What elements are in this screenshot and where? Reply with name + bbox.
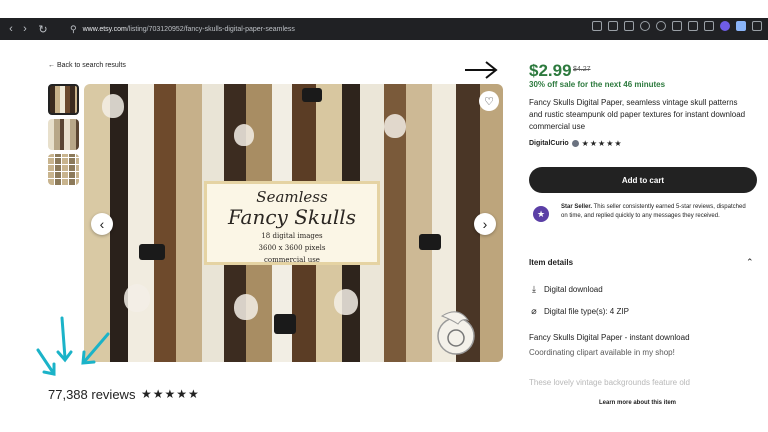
top-strip (0, 0, 768, 18)
lock-icon[interactable]: ⚲ (70, 24, 77, 35)
star-seller-badge-icon: ★ (533, 206, 549, 222)
review-count[interactable]: 77,388 reviews (48, 387, 135, 402)
skull-illustration (234, 294, 258, 320)
detail-digital-download: ⤓ Digital download (529, 284, 603, 295)
image-subtitle-2: 3600 x 3600 pixels (258, 244, 326, 252)
image-title-card: Seamless Fancy Skulls 18 digital images … (204, 181, 380, 265)
image-subtitle-3: commercial use (264, 256, 320, 264)
top-hat-illustration (274, 314, 296, 334)
star-seller-title: Star Seller. (561, 204, 593, 210)
description-line-faded: These lovely vintage backgrounds feature… (529, 378, 690, 387)
image-title-line2: Fancy Skulls (228, 205, 356, 229)
top-hat-illustration (302, 88, 322, 102)
detail-text: Digital file type(s): 4 ZIP (544, 307, 629, 316)
back-arrow-icon[interactable]: ‹ (4, 23, 18, 35)
ban-icon[interactable] (656, 21, 666, 31)
address-bar[interactable]: www.etsy.com/listing/703120952/fancy-sku… (83, 26, 295, 33)
main-product-image: Seamless Fancy Skulls 18 digital images … (84, 84, 503, 362)
skull-illustration (334, 289, 358, 315)
back-to-search-link[interactable]: ← Back to search results (48, 62, 126, 69)
paperclip-icon: ⌀ (531, 306, 537, 316)
product-title: Fancy Skulls Digital Paper, seamless vin… (529, 98, 746, 131)
shop-stars-icon: ★★★★★ (581, 139, 623, 148)
image-subtitle-1: 18 digital images (261, 232, 323, 240)
back-link-label: Back to search results (56, 62, 126, 69)
forward-arrow-icon[interactable]: › (18, 23, 32, 35)
verified-badge-icon (571, 140, 579, 147)
next-image-button[interactable]: › (474, 213, 496, 235)
annotation-arrow-right-icon (465, 61, 498, 79)
item-details-heading[interactable]: Item details (529, 258, 573, 267)
old-price: $4.27 (573, 66, 591, 73)
url-path: /listing/703120952/fancy-skulls-digital-… (126, 25, 295, 33)
description-line: Coordinating clipart available in my sho… (529, 348, 675, 357)
favorite-heart-icon[interactable]: ♡ (479, 91, 499, 111)
thumbnail-2[interactable] (48, 119, 79, 150)
price: $2.99 (529, 61, 572, 80)
download-icon[interactable] (688, 21, 698, 31)
shop-logo-icon (437, 311, 475, 355)
sale-notice: 30% off sale for the next 46 minutes (529, 80, 666, 89)
skull-illustration (384, 114, 406, 138)
learn-more-button[interactable]: Learn more about this item (599, 400, 676, 406)
browser-toolbar: ‹ › ↻ ⚲ www.etsy.com/listing/703120952/f… (0, 18, 768, 40)
shop-name-link[interactable]: DigitalCurio (529, 140, 569, 147)
description-title: Fancy Skulls Digital Paper - instant dow… (529, 333, 690, 342)
skull-illustration (124, 284, 150, 312)
url-domain: www.etsy.com (82, 25, 127, 33)
extension-badge-icon[interactable] (720, 21, 730, 31)
detail-file-type: ⌀ Digital file type(s): 4 ZIP (529, 306, 629, 317)
review-stars-icon: ★★★★★ (141, 387, 200, 401)
star-seller-text: Star Seller. This seller consistently ea… (561, 203, 751, 221)
shield-icon[interactable] (640, 21, 650, 31)
menu-icon[interactable] (704, 21, 714, 31)
thumbnail-3[interactable] (48, 154, 79, 185)
reader-icon[interactable] (592, 21, 602, 31)
skull-illustration (102, 94, 124, 118)
previous-image-button[interactable]: ‹ (91, 213, 113, 235)
heart-icon[interactable] (672, 21, 682, 31)
shop-info: DigitalCurio ★★★★★ (529, 139, 623, 148)
sidebar-icon[interactable] (752, 21, 762, 31)
top-hat-illustration (139, 244, 165, 260)
annotation-cyan-arrows-icon (36, 316, 110, 376)
reload-icon[interactable]: ↻ (36, 23, 50, 36)
skull-illustration (234, 124, 254, 146)
download-icon: ⤓ (532, 284, 536, 294)
detail-text: Digital download (544, 285, 603, 294)
chevron-up-icon[interactable]: ⌃ (746, 257, 754, 268)
top-hat-illustration (419, 234, 441, 250)
profile-icon[interactable] (736, 21, 746, 31)
thumbnail-1[interactable] (48, 84, 79, 115)
image-title-line1: Seamless (256, 188, 328, 206)
extension-icons (592, 21, 762, 31)
camera-icon[interactable] (624, 21, 634, 31)
edit-icon[interactable] (608, 21, 618, 31)
add-to-cart-button[interactable]: Add to cart (529, 167, 757, 193)
